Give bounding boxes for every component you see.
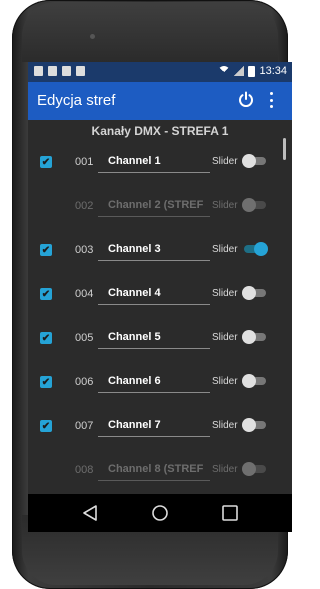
channel-name-field[interactable]: Channel 5 (98, 331, 210, 349)
signal-icon (234, 66, 245, 76)
channel-name-field[interactable]: Channel 3 (98, 243, 210, 261)
navigation-bar (28, 494, 292, 532)
slider-toggle[interactable] (242, 286, 268, 300)
channel-row: 002 Channel 2 (STREF Slider (28, 187, 292, 231)
channel-checkbox[interactable]: ✔ (40, 420, 52, 432)
channel-checkbox[interactable]: ✔ (40, 288, 52, 300)
channel-name-field[interactable]: Channel 4 (98, 287, 210, 305)
slider-label: Slider (212, 420, 238, 431)
channel-checkbox[interactable] (40, 464, 52, 476)
slider-label: Slider (212, 200, 238, 211)
status-bar: 13:34 (28, 62, 292, 82)
toggle-thumb (242, 418, 256, 432)
slider-label: Slider (212, 332, 238, 343)
channel-number: 002 (75, 200, 94, 212)
channel-number: 005 (75, 332, 94, 344)
channel-row: ✔ 001 Channel 1 Slider (28, 143, 292, 187)
more-vert-icon[interactable] (268, 92, 274, 108)
slider-toggle[interactable] (242, 330, 268, 344)
channel-checkbox[interactable] (40, 200, 52, 212)
channel-name-field[interactable]: Channel 7 (98, 419, 210, 437)
power-icon[interactable] (238, 91, 254, 107)
channel-list: ✔ 001 Channel 1 Slider 002 Channel 2 (STREF Sl… (28, 143, 292, 495)
slider-toggle[interactable] (242, 374, 268, 388)
image-notification-icon (34, 66, 43, 76)
channel-checkbox[interactable]: ✔ (40, 244, 52, 256)
channel-name-field: Channel 2 (STREF (98, 199, 210, 217)
channel-name-field: Channel 8 (STREF (98, 463, 210, 481)
channel-row: ✔ 007 Channel 7 Slider (28, 407, 292, 451)
toggle-thumb (242, 154, 256, 168)
channel-name-field[interactable]: Channel 1 (98, 155, 210, 173)
channel-number: 004 (75, 288, 94, 300)
slider-label: Slider (212, 464, 238, 475)
channel-row: ✔ 004 Channel 4 Slider (28, 275, 292, 319)
phone-top-bezel (22, 2, 278, 62)
slider-label: Slider (212, 244, 238, 255)
slider-toggle (242, 462, 268, 476)
section-title: Kanały DMX - STREFA 1 (91, 124, 229, 138)
channel-number: 008 (75, 464, 94, 476)
toggle-thumb (242, 374, 256, 388)
app-bar: Edycja stref (28, 82, 292, 120)
back-icon[interactable] (82, 504, 98, 527)
channel-checkbox[interactable]: ✔ (40, 376, 52, 388)
channel-number: 001 (75, 156, 94, 168)
slider-label: Slider (212, 156, 238, 167)
battery-icon (248, 65, 256, 77)
android-notification-icon (76, 66, 85, 76)
channel-checkbox[interactable]: ✔ (40, 156, 52, 168)
slider-toggle (242, 198, 268, 212)
toggle-thumb (242, 286, 256, 300)
home-icon[interactable] (151, 504, 169, 522)
notification-icons (34, 66, 85, 76)
status-time: 13:34 (259, 65, 287, 77)
channel-number: 006 (75, 376, 94, 388)
channel-row: ✔ 006 Channel 6 Slider (28, 363, 292, 407)
channel-checkbox[interactable]: ✔ (40, 332, 52, 344)
usb-notification-icon (62, 66, 71, 76)
front-camera (90, 34, 95, 39)
toggle-thumb (242, 462, 256, 476)
channel-row: ✔ 005 Channel 5 Slider (28, 319, 292, 363)
toggle-thumb (242, 198, 256, 212)
channel-number: 003 (75, 244, 94, 256)
channel-name-field[interactable]: Channel 6 (98, 375, 210, 393)
channel-row: 008 Channel 8 (STREF Slider (28, 451, 292, 495)
slider-toggle[interactable] (242, 242, 268, 256)
wifi-icon (218, 66, 231, 78)
system-icons: 13:34 (218, 65, 287, 78)
screen: 13:34 Edycja stref Kanały DMX - STREFA 1… (28, 62, 292, 532)
lock-notification-icon (48, 66, 57, 76)
channel-row: ✔ 003 Channel 3 Slider (28, 231, 292, 275)
recent-apps-icon[interactable] (221, 504, 239, 522)
app-title: Edycja stref (37, 92, 116, 109)
toggle-thumb (242, 330, 256, 344)
toggle-thumb (254, 242, 268, 256)
slider-toggle[interactable] (242, 418, 268, 432)
channel-number: 007 (75, 420, 94, 432)
slider-toggle[interactable] (242, 154, 268, 168)
slider-label: Slider (212, 288, 238, 299)
slider-label: Slider (212, 376, 238, 387)
